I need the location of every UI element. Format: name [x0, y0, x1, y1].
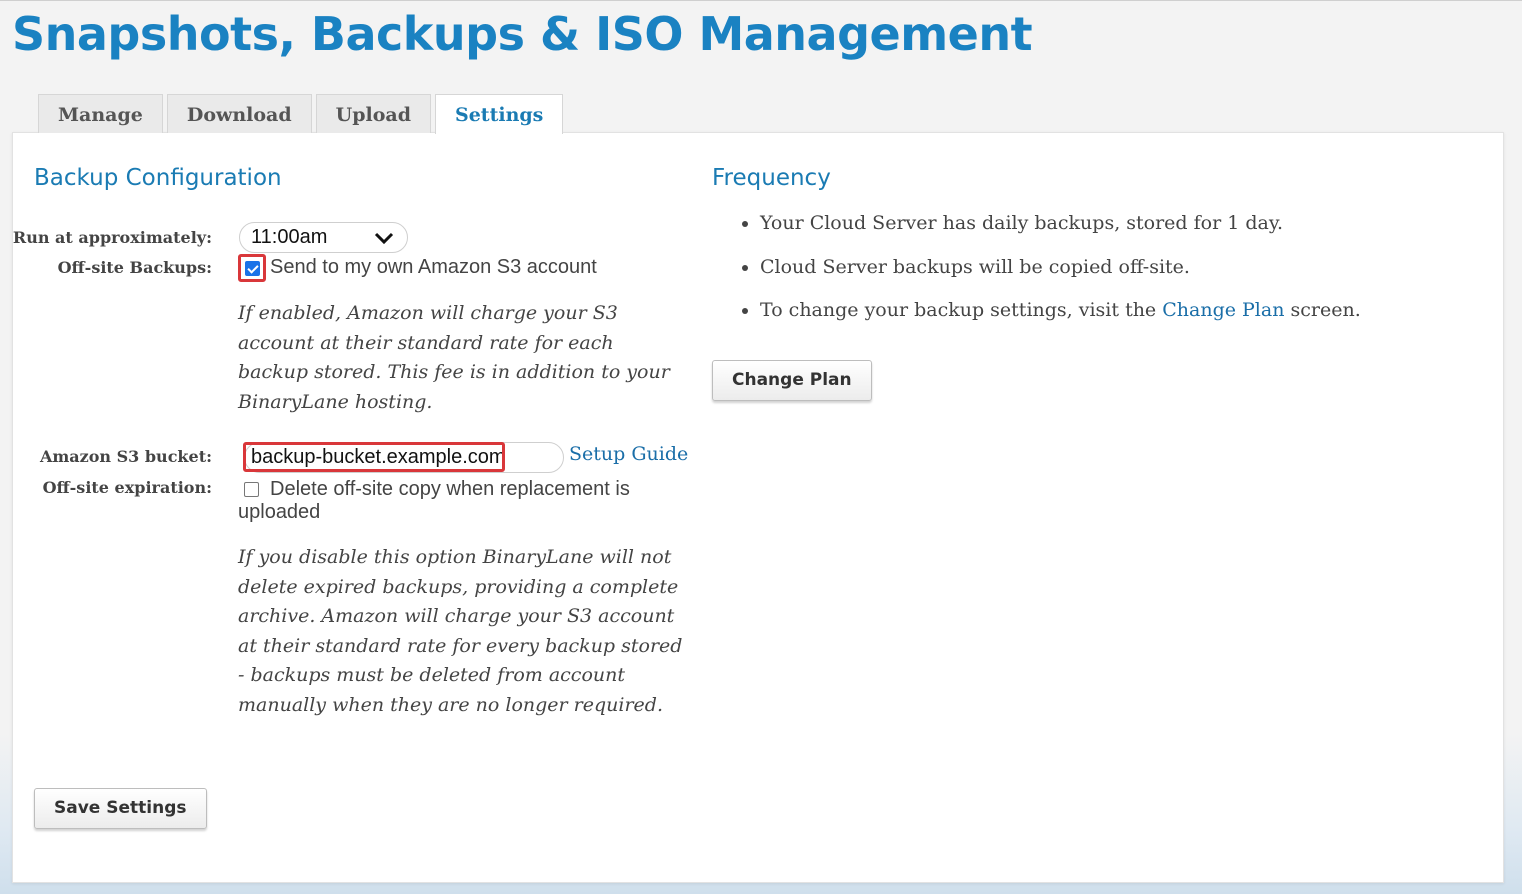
list-item: Your Cloud Server has daily backups, sto… — [760, 211, 1472, 235]
run-at-label: Run at approximately: — [12, 228, 212, 247]
settings-panel: Backup Configuration Run at approximatel… — [12, 132, 1504, 883]
tab-settings[interactable]: Settings — [435, 94, 564, 134]
change-plan-link[interactable]: Change Plan — [1162, 299, 1284, 321]
expiration-note: If you disable this option BinaryLane wi… — [238, 546, 683, 716]
tab-download[interactable]: Download — [166, 94, 312, 133]
list-item: Cloud Server backups will be copied off-… — [760, 255, 1472, 279]
run-at-select[interactable]: 11:00am — [239, 222, 408, 253]
s3-bucket-highlight — [243, 442, 505, 472]
frequency-list: Your Cloud Server has daily backups, sto… — [712, 211, 1472, 342]
setup-guide-link[interactable]: Setup Guide — [569, 443, 688, 465]
change-plan-button[interactable]: Change Plan — [712, 360, 872, 401]
offsite-backups-checkbox[interactable] — [245, 261, 260, 276]
offsite-expiration-label: Off-site expiration: — [42, 478, 212, 497]
save-settings-button[interactable]: Save Settings — [34, 788, 207, 829]
offsite-backups-option-label: Send to my own Amazon S3 account — [270, 256, 597, 278]
tab-bar: Manage Download Upload Settings — [38, 94, 567, 134]
backup-configuration-heading: Backup Configuration — [34, 165, 282, 191]
page-title: Snapshots, Backups & ISO Management — [12, 7, 1033, 61]
list-item: To change your backup settings, visit th… — [760, 298, 1472, 322]
offsite-backups-label: Off-site Backups: — [57, 258, 212, 277]
tab-upload[interactable]: Upload — [315, 94, 431, 133]
offsite-note: If enabled, Amazon will charge your S3 a… — [238, 302, 670, 413]
frequency-heading: Frequency — [712, 165, 831, 191]
offsite-expiration-option-label: Delete off-site copy when replacement is… — [238, 478, 630, 523]
tab-manage[interactable]: Manage — [38, 94, 163, 133]
run-at-value: 11:00am — [251, 226, 328, 248]
s3-bucket-label: Amazon S3 bucket: — [39, 447, 212, 466]
